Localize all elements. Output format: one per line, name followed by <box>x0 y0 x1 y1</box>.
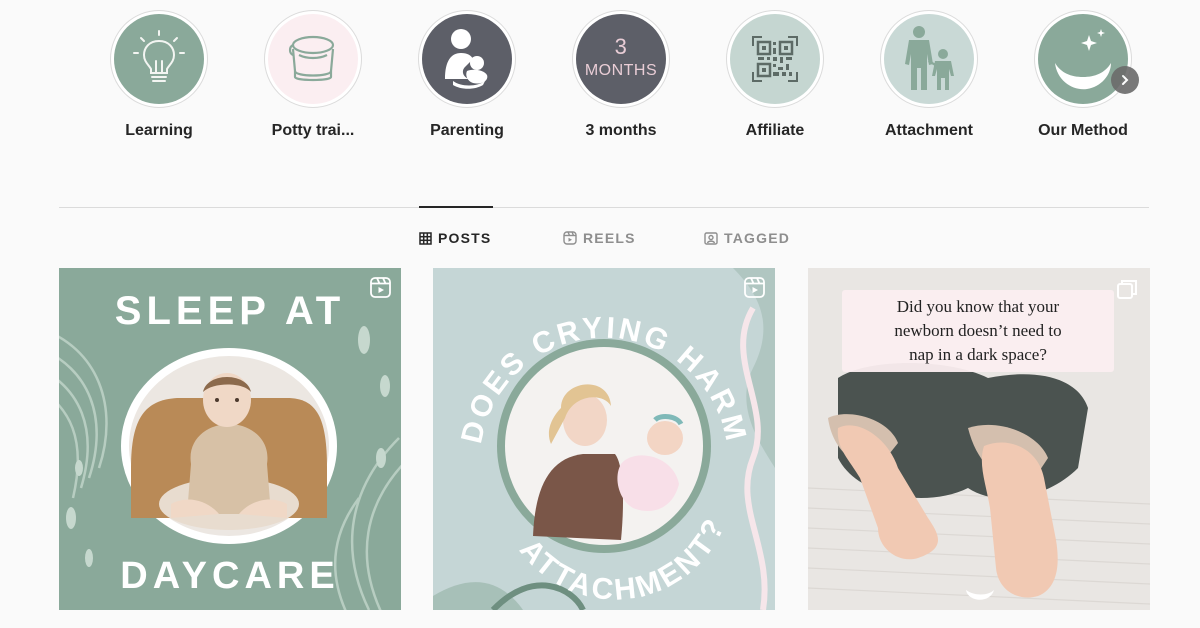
profile-divider <box>59 207 1149 208</box>
three-months-text: 3 MONTHS <box>585 35 657 83</box>
cover-number: 3 <box>614 34 628 59</box>
highlight-label: Affiliate <box>745 122 805 139</box>
post-sleep-at-daycare[interactable]: SLEEP AT DAYCARE <box>59 268 401 610</box>
tab-reels[interactable]: REELS <box>563 230 636 246</box>
highlight-potty-training[interactable]: Potty trai... <box>248 10 378 140</box>
tab-posts[interactable]: POSTS <box>419 230 491 246</box>
post-caption-line: Did you know that your <box>897 297 1060 316</box>
highlight-label: Parenting <box>430 122 504 139</box>
grid-icon <box>419 231 432 245</box>
highlight-learning[interactable]: Learning <box>94 10 224 140</box>
potty-icon <box>288 35 335 82</box>
highlight-3-months[interactable]: 3 MONTHS 3 months <box>556 10 686 140</box>
post-title-top: SLEEP AT <box>115 289 345 333</box>
highlight-label: Our Method <box>1038 122 1128 139</box>
highlight-parenting[interactable]: Parenting <box>402 10 532 140</box>
highlights-next-button[interactable] <box>1111 66 1139 94</box>
tab-tagged[interactable]: TAGGED <box>704 230 790 246</box>
post-crying-attachment[interactable]: DOES CRYING HARM ATTACHMENT? <box>433 268 775 610</box>
post-image: Did you know that your newborn doesn’t n… <box>808 268 1150 610</box>
lightbulb-icon <box>133 30 185 82</box>
post-newborn-nap[interactable]: Did you know that your newborn doesn’t n… <box>808 268 1150 610</box>
reels-icon <box>563 231 577 245</box>
qr-code-icon <box>752 36 798 82</box>
post-title-bottom: DAYCARE <box>120 555 339 597</box>
post-caption-line: newborn doesn’t need to <box>894 321 1061 340</box>
adult-and-child-icon <box>905 26 954 90</box>
tagged-icon <box>704 232 718 245</box>
reel-badge-icon <box>370 277 391 298</box>
parent-child-icon <box>445 29 488 89</box>
highlight-attachment[interactable]: Attachment <box>864 10 994 140</box>
post-image: DOES CRYING HARM ATTACHMENT? <box>433 268 775 610</box>
tab-label: TAGGED <box>724 230 791 246</box>
post-caption-line: nap in a dark space? <box>909 345 1047 364</box>
tab-label: POSTS <box>438 230 492 246</box>
post-image: SLEEP AT DAYCARE <box>59 277 401 610</box>
highlight-label: Potty trai... <box>271 122 355 139</box>
highlight-label: Learning <box>125 122 193 139</box>
highlight-label: Attachment <box>884 122 973 139</box>
moon-stars-icon <box>1055 29 1111 90</box>
cover-word: MONTHS <box>584 62 658 79</box>
highlight-label: 3 months <box>585 122 657 139</box>
active-tab-indicator <box>419 206 493 208</box>
highlight-affiliate[interactable]: Affiliate <box>710 10 840 140</box>
tab-label: REELS <box>583 230 636 246</box>
chevron-right-icon <box>1122 75 1129 85</box>
